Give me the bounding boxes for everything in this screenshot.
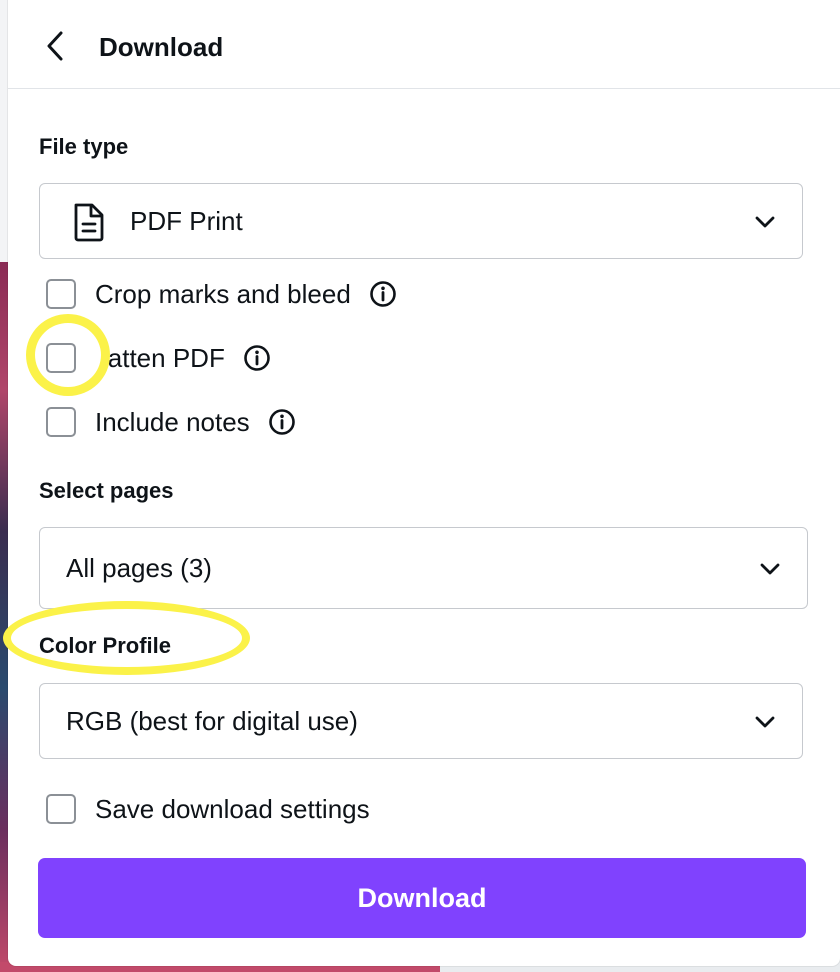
chevron-left-icon (47, 31, 63, 61)
select-pages-select[interactable]: All pages (3) (39, 527, 808, 609)
include-notes-checkbox[interactable] (46, 407, 76, 437)
crop-marks-label: Crop marks and bleed (95, 279, 351, 309)
download-button[interactable]: Download (38, 858, 806, 938)
save-settings-checkbox[interactable] (46, 794, 76, 824)
option-save-settings: Save download settings (46, 789, 370, 829)
flatten-pdf-label: latten PDF (102, 343, 225, 373)
panel-header: Download (8, 0, 840, 89)
color-profile-label: Color Profile (39, 633, 172, 658)
color-profile-value: RGB (best for digital use) (66, 706, 358, 736)
chevron-down-icon (755, 216, 775, 228)
file-type-value: PDF Print (130, 206, 243, 236)
crop-marks-checkbox[interactable] (46, 279, 76, 309)
info-icon[interactable] (243, 344, 271, 372)
file-type-select[interactable]: PDF Print (39, 183, 803, 259)
page-title: Download (99, 32, 224, 62)
flatten-pdf-checkbox[interactable] (46, 343, 76, 373)
option-flatten-pdf: latten PDF (46, 338, 271, 378)
color-profile-select[interactable]: RGB (best for digital use) (39, 683, 803, 759)
option-include-notes: Include notes (46, 402, 296, 442)
include-notes-label: Include notes (95, 407, 250, 437)
info-icon[interactable] (369, 280, 397, 308)
download-panel: Download File type PDF Print Crop marks … (8, 0, 840, 966)
option-crop-marks: Crop marks and bleed (46, 274, 397, 314)
chevron-down-icon (755, 716, 775, 728)
file-document-icon (74, 203, 104, 242)
chevron-down-icon (760, 563, 780, 575)
info-icon[interactable] (268, 408, 296, 436)
save-settings-label: Save download settings (95, 794, 370, 824)
select-pages-label: Select pages (39, 478, 174, 503)
file-type-label: File type (39, 134, 129, 159)
select-pages-value: All pages (3) (66, 553, 212, 583)
back-button[interactable] (36, 24, 76, 68)
